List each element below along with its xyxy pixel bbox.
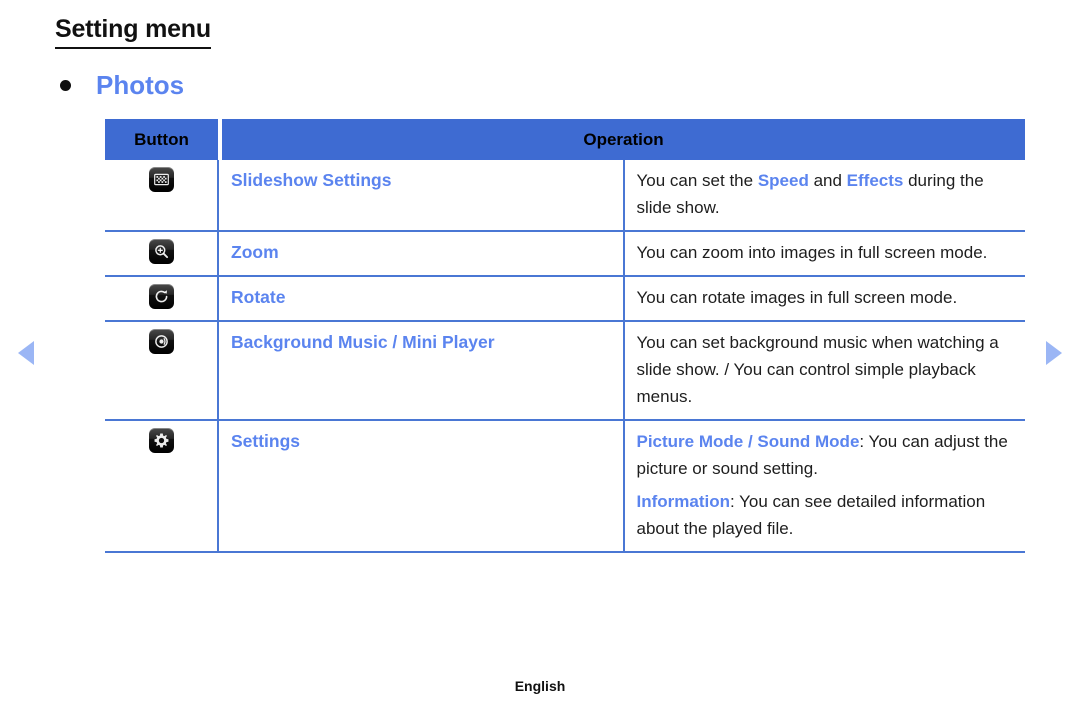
next-page-arrow-icon[interactable]	[1046, 341, 1062, 365]
table-header-row: Button Operation	[105, 119, 1025, 160]
background-music-disc-icon[interactable]	[148, 329, 174, 354]
operation-highlight-term: Effects	[846, 171, 904, 190]
operation-text: You can set the	[636, 171, 758, 190]
rotate-icon[interactable]	[148, 284, 174, 309]
table-head: Button Operation	[105, 119, 1025, 160]
row-button-cell	[105, 160, 219, 232]
settings-menu-table: Button Operation Slideshow Settings You c…	[105, 119, 1025, 553]
zoom-in-icon[interactable]	[148, 239, 174, 264]
page-title: Setting menu	[55, 14, 211, 49]
row-button-cell	[105, 231, 219, 277]
settings-gear-icon[interactable]	[148, 428, 174, 453]
row-operation-cell: You can set the Speed and Effects during…	[623, 160, 1025, 232]
operation-paragraph: You can zoom into images in full screen …	[637, 239, 1016, 266]
table-body: Slideshow Settings You can set the Speed …	[105, 160, 1025, 553]
operation-text: You can zoom into images in full screen …	[636, 243, 988, 262]
operation-paragraph: Picture Mode / Sound Mode: You can adjus…	[637, 428, 1016, 482]
row-label: Zoom	[231, 242, 279, 262]
row-operation-cell: You can set background music when watchi…	[623, 321, 1025, 421]
row-operation-cell: You can zoom into images in full screen …	[623, 231, 1025, 277]
table-row: Rotate You can rotate images in full scre…	[105, 276, 1025, 322]
row-operation-cell: Picture Mode / Sound Mode: You can adjus…	[623, 420, 1025, 553]
row-label-cell: Settings	[218, 420, 625, 553]
operation-highlight-term: Picture Mode / Sound Mode	[636, 432, 860, 451]
table-row: Background Music / Mini Player You can se…	[105, 321, 1025, 421]
row-button-cell	[105, 276, 219, 322]
row-label: Slideshow Settings	[231, 170, 392, 190]
section-heading: Photos	[60, 70, 184, 100]
row-label: Settings	[231, 431, 301, 451]
row-operation-cell: You can rotate images in full screen mod…	[623, 276, 1025, 322]
row-label: Background Music / Mini Player	[231, 332, 495, 352]
footer-language-label: English	[514, 678, 566, 694]
table-row: Settings Picture Mode / Sound Mode: You c…	[105, 420, 1025, 553]
operation-paragraph: You can set background music when watchi…	[637, 329, 1016, 410]
row-button-cell	[105, 420, 219, 553]
operation-text: and	[808, 171, 847, 190]
row-button-cell	[105, 321, 219, 421]
column-header-operation: Operation	[222, 119, 1025, 160]
slideshow-settings-icon[interactable]	[148, 167, 174, 192]
operation-paragraph: You can rotate images in full screen mod…	[637, 284, 1016, 311]
row-label-cell: Rotate	[218, 276, 625, 322]
operation-highlight-term: Information	[636, 492, 731, 511]
row-label-cell: Slideshow Settings	[218, 160, 625, 232]
row-label: Rotate	[231, 287, 286, 307]
column-header-button: Button	[105, 119, 218, 160]
previous-page-arrow-icon[interactable]	[18, 341, 34, 365]
bullet-dot-icon	[60, 79, 71, 91]
row-label-cell: Zoom	[218, 231, 625, 277]
operation-paragraph: Information: You can see detailed inform…	[637, 488, 1016, 542]
page-title-wrapper: Setting menu	[55, 14, 211, 49]
operation-text: You can rotate images in full screen mod…	[636, 288, 958, 307]
table-row: Slideshow Settings You can set the Speed …	[105, 160, 1025, 232]
operation-paragraph: You can set the Speed and Effects during…	[637, 167, 1016, 221]
page-root: Setting menu Photos Button Operation Sli…	[0, 0, 1080, 705]
section-title: Photos	[96, 70, 185, 100]
operation-highlight-term: Speed	[757, 171, 809, 190]
table-row: Zoom You can zoom into images in full scr…	[105, 231, 1025, 277]
row-label-cell: Background Music / Mini Player	[218, 321, 625, 421]
operation-text: You can set background music when watchi…	[636, 333, 999, 406]
